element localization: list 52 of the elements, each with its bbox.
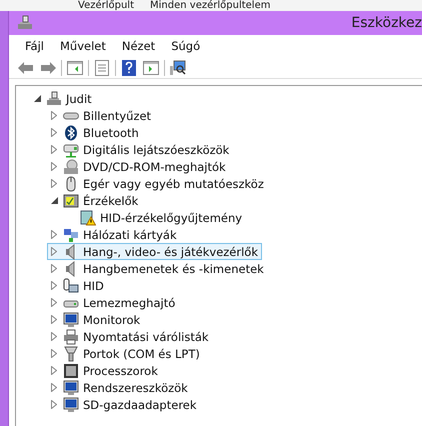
monitor-icon xyxy=(63,380,79,396)
properties-icon xyxy=(94,60,110,76)
tree-item[interactable]: DVD/CD-ROM-meghajtók xyxy=(47,158,230,175)
tree-item[interactable]: Digitális lejátszóeszközök xyxy=(47,141,234,158)
menu-item[interactable]: Súgó xyxy=(163,39,208,53)
pane-icon xyxy=(143,60,159,74)
monitor-icon xyxy=(63,396,79,412)
breadcrumb-item[interactable]: Minden vezérlőpultelem xyxy=(150,0,270,11)
warning-device-icon xyxy=(80,210,96,226)
tree-item[interactable]: SD-gazdaadapterek xyxy=(47,396,201,413)
tree-item[interactable]: Billentyűzet xyxy=(47,107,156,124)
disc-drive-icon xyxy=(63,158,79,174)
tree-item[interactable]: HID xyxy=(47,277,108,294)
toolbar-button[interactable] xyxy=(120,58,138,76)
menu-item[interactable]: Fájl xyxy=(17,39,52,53)
forward-arrow-icon xyxy=(40,62,56,74)
expanded-arrow-icon[interactable] xyxy=(50,197,58,204)
hid-device-icon xyxy=(63,278,79,294)
tree-item[interactable]: Hangbemenetek és -kimenetek xyxy=(47,260,268,277)
scan-hardware-icon xyxy=(170,60,186,76)
monitor-icon xyxy=(63,312,79,328)
printer-icon xyxy=(63,328,79,344)
player-icon xyxy=(63,142,79,158)
toolbar-button[interactable] xyxy=(169,58,187,76)
tree-item[interactable]: Hang-, video- és játékvezérlők xyxy=(47,243,262,260)
tree-item[interactable]: Rendszereszközök xyxy=(47,379,192,396)
back-arrow-icon xyxy=(18,62,34,74)
tree-item[interactable]: Judit xyxy=(30,90,96,107)
network-icon xyxy=(63,226,79,242)
tree-item[interactable]: Hálózati kártyák xyxy=(47,226,181,243)
tree-item[interactable]: Processzorok xyxy=(47,362,162,379)
pane-icon xyxy=(67,60,83,74)
tree-item[interactable]: Bluetooth xyxy=(47,124,143,141)
tree-item[interactable]: Monitorok xyxy=(47,311,144,328)
tree-item[interactable]: Nyomtatási várólisták xyxy=(47,328,213,345)
tree-item[interactable]: Egér vagy egyéb mutatóeszköz xyxy=(47,175,268,192)
computer-icon xyxy=(46,90,62,106)
window-title: Eszközkez xyxy=(351,15,422,31)
sensor-icon xyxy=(63,192,79,208)
menu-item[interactable]: Nézet xyxy=(114,39,164,53)
tree-item[interactable]: Érzékelők xyxy=(47,192,142,209)
bluetooth-icon xyxy=(63,124,79,140)
expanded-arrow-icon[interactable] xyxy=(34,95,40,102)
port-icon xyxy=(63,346,79,362)
menu-item[interactable]: Művelet xyxy=(52,39,114,53)
tree-item[interactable]: Lemezmeghajtó xyxy=(47,294,180,311)
help-icon xyxy=(122,60,136,76)
processor-icon xyxy=(63,362,79,378)
tree-item[interactable]: Portok (COM és LPT) xyxy=(47,345,204,362)
tree-item[interactable]: HID-érzékelőgyűjtemény xyxy=(64,209,246,226)
computer-icon xyxy=(17,15,33,31)
breadcrumb-item[interactable]: Vezérlőpult xyxy=(78,0,134,11)
